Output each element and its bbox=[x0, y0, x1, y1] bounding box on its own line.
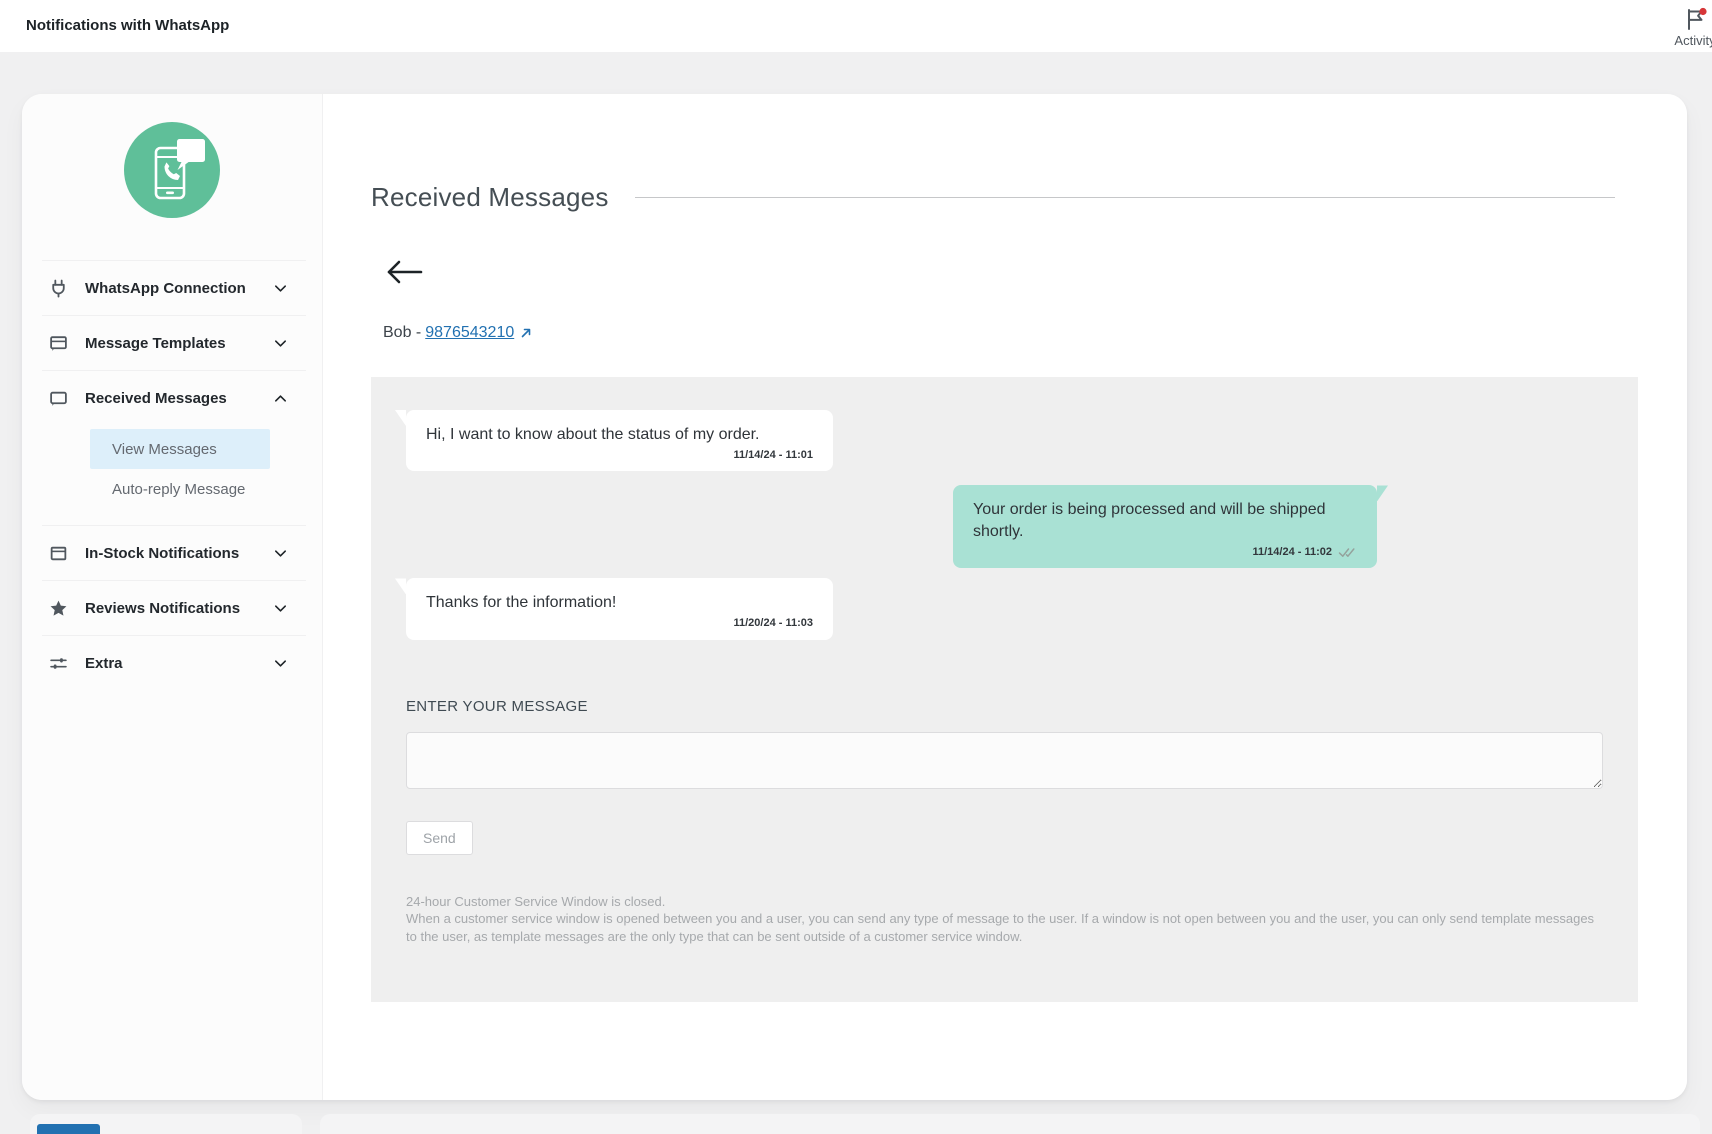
sidebar-item-label: WhatsApp Connection bbox=[85, 280, 246, 297]
whatsapp-phone-chat-logo bbox=[122, 120, 222, 220]
flag-notification-icon bbox=[1683, 7, 1708, 32]
chevron-down-icon bbox=[273, 546, 288, 561]
chevron-down-icon bbox=[273, 601, 288, 616]
back-arrow-icon bbox=[383, 259, 425, 285]
chat-bubble-icon bbox=[48, 388, 68, 408]
bubble-tail bbox=[1377, 485, 1388, 501]
plug-icon bbox=[48, 278, 68, 298]
sidebar-item-in-stock-notifications[interactable]: In-Stock Notifications bbox=[22, 526, 322, 580]
chevron-up-icon bbox=[273, 391, 288, 406]
conversation-contact: Bob - 9876543210 bbox=[383, 324, 532, 342]
sidebar: WhatsApp Connection Message Templates bbox=[22, 94, 323, 1100]
message-text: Thanks for the information! bbox=[426, 592, 813, 614]
service-window-description: When a customer service window is opened… bbox=[406, 910, 1603, 945]
chevron-down-icon bbox=[273, 336, 288, 351]
bubble-tail bbox=[395, 410, 406, 426]
activity-widget[interactable]: Activity bbox=[1658, 7, 1712, 48]
chevron-down-icon bbox=[273, 281, 288, 296]
service-window-status: 24-hour Customer Service Window is close… bbox=[406, 893, 1603, 911]
sidebar-item-label: Reviews Notifications bbox=[85, 600, 240, 617]
page-title: Received Messages bbox=[371, 182, 609, 213]
message-text: Hi, I want to know about the status of m… bbox=[426, 424, 813, 446]
double-check-icon bbox=[1338, 547, 1357, 558]
submenu-item-label: Auto-reply Message bbox=[112, 481, 245, 498]
message-timestamp: 11/14/24 - 11:02 bbox=[1252, 545, 1332, 560]
message-input[interactable] bbox=[406, 732, 1603, 789]
sidebar-item-message-templates[interactable]: Message Templates bbox=[22, 316, 322, 370]
blue-button-peek[interactable] bbox=[37, 1124, 100, 1134]
message-bubble-outgoing: Your order is being processed and will b… bbox=[953, 485, 1377, 568]
composer-label: ENTER YOUR MESSAGE bbox=[406, 698, 1603, 715]
sidebar-subitem-auto-reply-message[interactable]: Auto-reply Message bbox=[90, 469, 270, 509]
sidebar-item-reviews-notifications[interactable]: Reviews Notifications bbox=[22, 581, 322, 635]
heading-rule bbox=[635, 197, 1615, 198]
service-window-note: 24-hour Customer Service Window is close… bbox=[406, 893, 1603, 946]
contact-name: Bob - bbox=[383, 324, 421, 342]
sidebar-menu: WhatsApp Connection Message Templates bbox=[22, 260, 322, 690]
sidebar-subitem-view-messages[interactable]: View Messages bbox=[90, 429, 270, 469]
back-button[interactable] bbox=[383, 256, 431, 288]
sidebar-item-received-messages[interactable]: Received Messages bbox=[22, 371, 322, 425]
message-timestamp: 11/14/24 - 11:01 bbox=[733, 448, 813, 463]
chevron-down-icon bbox=[273, 656, 288, 671]
sidebar-item-label: Message Templates bbox=[85, 335, 226, 352]
message-bubble-incoming: Thanks for the information! 11/20/24 - 1… bbox=[406, 578, 833, 639]
top-bar: Notifications with WhatsApp Activity bbox=[0, 0, 1712, 52]
external-link-icon bbox=[520, 327, 532, 339]
activity-label: Activity bbox=[1674, 33, 1712, 48]
message-bubble-incoming: Hi, I want to know about the status of m… bbox=[406, 410, 833, 471]
submenu-item-label: View Messages bbox=[112, 441, 217, 458]
settings-card: WhatsApp Connection Message Templates bbox=[22, 94, 1687, 1100]
sidebar-item-extra[interactable]: Extra bbox=[22, 636, 322, 690]
app-title: Notifications with WhatsApp bbox=[26, 0, 229, 52]
send-button[interactable]: Send bbox=[406, 821, 473, 855]
sidebar-item-label: Extra bbox=[85, 655, 123, 672]
main-panel: Received Messages Bob - 9876543210 bbox=[323, 94, 1687, 1100]
template-icon bbox=[48, 333, 68, 353]
received-messages-submenu: View Messages Auto-reply Message bbox=[22, 425, 322, 525]
sidebar-item-label: In-Stock Notifications bbox=[85, 545, 239, 562]
next-section-right-peek bbox=[320, 1114, 1700, 1134]
star-icon bbox=[48, 598, 68, 618]
sliders-icon bbox=[48, 653, 68, 673]
box-icon bbox=[48, 543, 68, 563]
sidebar-item-label: Received Messages bbox=[85, 390, 227, 407]
sidebar-item-whatsapp-connection[interactable]: WhatsApp Connection bbox=[22, 261, 322, 315]
message-text: Your order is being processed and will b… bbox=[973, 499, 1357, 542]
bubble-tail bbox=[395, 578, 406, 594]
contact-phone-link[interactable]: 9876543210 bbox=[425, 324, 514, 342]
message-timestamp: 11/20/24 - 11:03 bbox=[733, 616, 813, 631]
chat-panel: Hi, I want to know about the status of m… bbox=[371, 377, 1638, 1002]
